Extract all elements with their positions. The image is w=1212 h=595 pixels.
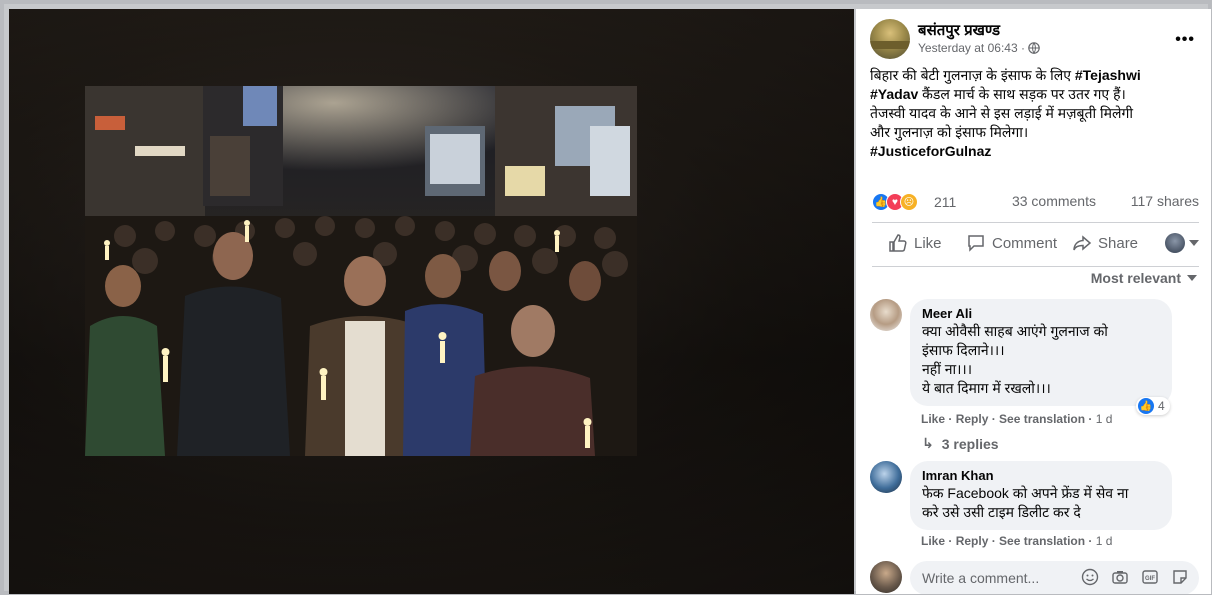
photo-viewer [9,9,854,594]
comment-placeholder: Write a comment... [922,570,1040,586]
post-text-1: बिहार की बेटी गुलनाज़ के इंसाफ के लिए [870,67,1075,83]
post-panel: बसंतपुर प्रखण्ड Yesterday at 06:43 · •••… [856,9,1211,594]
replies-label: 3 replies [941,435,999,452]
post-timestamp[interactable]: Yesterday at 06:43 · [918,41,1025,55]
commenter-avatar[interactable] [870,299,902,331]
comment-bubble: Meer Ali क्या ओवैसी साहब आएंगे गुलनाज को… [910,299,1172,406]
comment-count[interactable]: 33 comments [1012,193,1096,209]
comment-button[interactable]: Comment [966,233,1057,253]
commenter-name[interactable]: Imran Khan [922,468,1160,484]
view-replies-link[interactable]: ↳ 3 replies [922,435,999,452]
reaction-icons[interactable]: 👍 ♥ ☹ [872,193,918,211]
share-icon [1073,235,1092,251]
comment-reply-link[interactable]: Reply [956,412,989,426]
post-meta: Yesterday at 06:43 · [918,41,1040,55]
comment-reply-link[interactable]: Reply [956,534,989,548]
sad-reaction-icon: ☹ [900,193,918,211]
post-actions: Like Comment Share [872,231,1199,259]
sticker-icon[interactable] [1171,568,1189,586]
react-as-selector[interactable] [1165,233,1199,253]
comment-text: क्या ओवैसी साहब आएंगे गुलनाज को इंसाफ दि… [922,323,1108,396]
comment-text: फेक Facebook को अपने फ्रेंड में सेव ना क… [922,485,1129,520]
divider [872,266,1199,267]
divider [872,222,1199,223]
like-button[interactable]: Like [888,233,942,253]
caret-down-icon [1187,275,1197,281]
comment-age[interactable]: 1 d [1096,412,1113,426]
thumbs-up-icon [889,234,907,252]
post-text-4: और गुलनाज़ को इंसाफ मिलेगा। [870,124,1029,140]
comment-bubble: Imran Khan फेक Facebook को अपने फ्रेंड म… [910,461,1172,530]
comment-input[interactable]: Write a comment... GIF [910,561,1199,594]
page-name[interactable]: बसंतपुर प्रखण्ड [918,20,1000,40]
commenter-avatar[interactable] [870,461,902,493]
like-reaction-icon: 👍 [1138,398,1154,414]
comment-like-link[interactable]: Like [921,412,945,426]
hashtag-yadav[interactable]: #Yadav [870,86,918,102]
post-text-3: तेजस्वी यादव के आने से इस लड़ाई में मज़ब… [870,105,1134,121]
comment-reaction-count[interactable]: 👍 4 [1136,397,1170,415]
reaction-count[interactable]: 211 [934,194,956,210]
see-translation-link[interactable]: See translation [999,534,1085,548]
hashtag-tejashwi[interactable]: #Tejashwi [1075,67,1141,83]
globe-icon [1028,42,1040,54]
comment-icon [968,235,984,252]
hashtag-justice[interactable]: #JusticeforGulnaz [870,143,991,159]
share-count[interactable]: 117 shares [1131,193,1199,209]
sort-label: Most relevant [1090,270,1181,286]
gif-icon[interactable]: GIF [1141,568,1159,586]
comment-sort[interactable]: Most relevant [1091,270,1197,286]
comment-like-link[interactable]: Like [921,534,945,548]
commenter-name[interactable]: Meer Ali [922,306,1160,322]
comment-like-count: 4 [1158,399,1165,413]
see-translation-link[interactable]: See translation [999,412,1085,426]
post-stats: 👍 ♥ ☹ 211 33 comments 117 shares [872,191,1199,213]
emoji-icon[interactable] [1081,568,1099,586]
camera-icon[interactable] [1111,568,1129,586]
reply-arrow-icon: ↳ [922,435,934,451]
like-label: Like [914,234,942,252]
share-label: Share [1098,234,1139,252]
window-frame: बसंतपुर प्रखण्ड Yesterday at 06:43 · •••… [0,0,1212,595]
composer-tools: GIF [1081,568,1189,586]
share-button[interactable]: Share [1072,233,1138,253]
post-text-2: कैंडल मार्च के साथ सड़क पर उतर गए हैं। [918,86,1126,102]
post-header: बसंतपुर प्रखण्ड Yesterday at 06:43 · ••• [870,19,1201,59]
page-avatar[interactable] [870,19,910,59]
caret-down-icon [1189,240,1199,246]
comment-actions: Like · Reply · See translation · 1 d [921,534,1113,548]
comment-actions: Like · Reply · See translation · 1 d [921,412,1113,426]
current-user-avatar[interactable] [870,561,902,593]
comment-composer: Write a comment... GIF [870,561,1199,594]
comment-age[interactable]: 1 d [1096,534,1113,548]
comment-label: Comment [992,234,1058,252]
post-photo[interactable] [85,86,637,456]
more-options-icon[interactable]: ••• [1175,31,1195,49]
svg-text:GIF: GIF [1145,576,1155,582]
candle-march-photo [85,86,637,456]
post-text: बिहार की बेटी गुलनाज़ के इंसाफ के लिए #T… [870,66,1200,161]
profile-avatar [1165,233,1185,253]
